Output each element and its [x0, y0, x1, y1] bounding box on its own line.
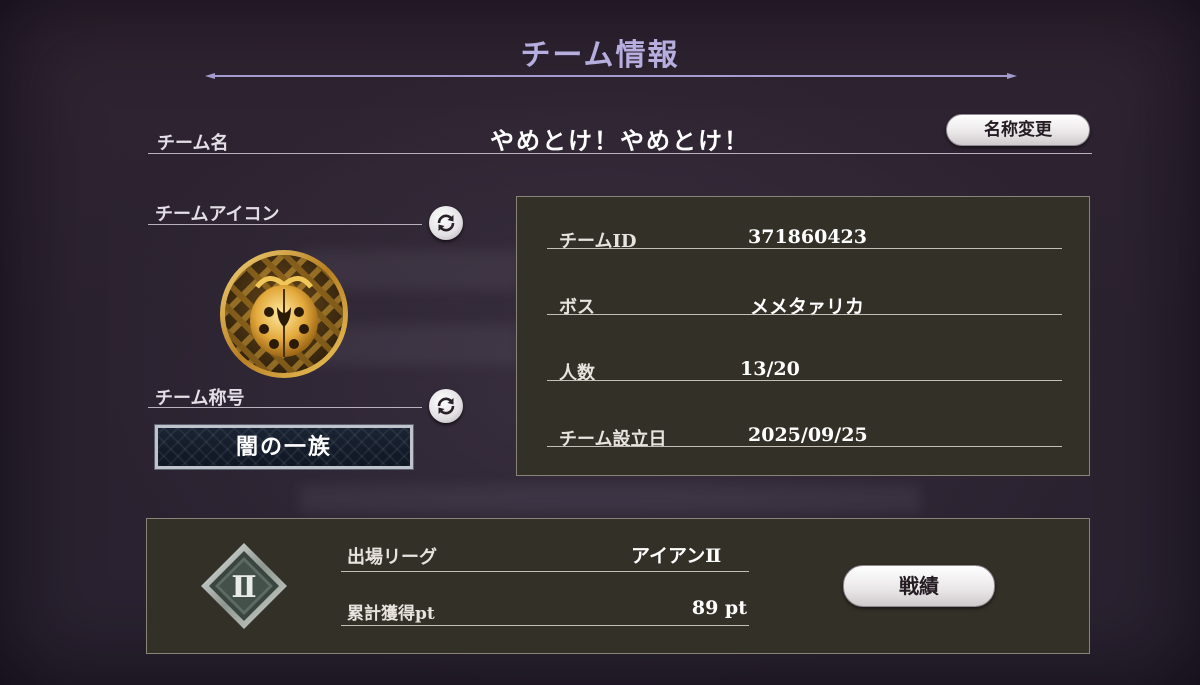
- rename-button[interactable]: 名称変更: [946, 114, 1090, 146]
- points-divider: [341, 625, 749, 626]
- points-value: 89 pt: [691, 597, 747, 619]
- team-id-label: チームID: [559, 231, 637, 252]
- team-title-divider: [148, 407, 422, 408]
- change-icon-button[interactable]: [429, 206, 463, 240]
- points-label: 累計獲得pt: [347, 604, 435, 624]
- league-divider: [341, 571, 749, 572]
- team-icon-divider: [148, 224, 422, 225]
- record-button[interactable]: 戦績: [843, 565, 995, 607]
- team-title-plate: 闇の一族: [154, 424, 414, 470]
- team-id-value: 371860423: [748, 226, 867, 248]
- boss-label: ボス: [559, 297, 595, 318]
- team-name-label: チーム名: [157, 133, 229, 154]
- members-label: 人数: [559, 363, 595, 384]
- league-label: 出場リーグ: [347, 547, 437, 568]
- rank-badge-text: Ⅱ: [231, 570, 256, 605]
- change-title-button[interactable]: [429, 389, 463, 423]
- page-title: チーム情報: [520, 38, 680, 73]
- info-divider: [547, 380, 1062, 381]
- team-icon-label: チームアイコン: [155, 204, 280, 225]
- background-haze: [300, 485, 920, 513]
- title-divider: [205, 73, 1017, 79]
- founded-value: 2025/09/25: [748, 424, 868, 446]
- refresh-icon: [437, 214, 455, 232]
- team-name-value: やめとけ！やめとけ！: [490, 126, 750, 155]
- league-value: アイアンⅡ: [631, 545, 722, 567]
- team-info-panel: チームID 371860423 ボス メメタァリカ 人数 13/20 チーム設立…: [516, 196, 1090, 476]
- info-divider: [547, 248, 1062, 249]
- info-divider: [547, 446, 1062, 447]
- team-emblem[interactable]: [219, 249, 349, 379]
- team-name-divider: [148, 153, 1092, 154]
- refresh-icon: [437, 397, 455, 415]
- members-value: 13/20: [740, 358, 800, 380]
- rank-badge-icon: Ⅱ: [201, 543, 287, 629]
- founded-label: チーム設立日: [559, 429, 667, 450]
- info-divider: [547, 314, 1062, 315]
- league-panel: Ⅱ 出場リーグ アイアンⅡ 累計獲得pt 89 pt 戦績: [146, 518, 1090, 654]
